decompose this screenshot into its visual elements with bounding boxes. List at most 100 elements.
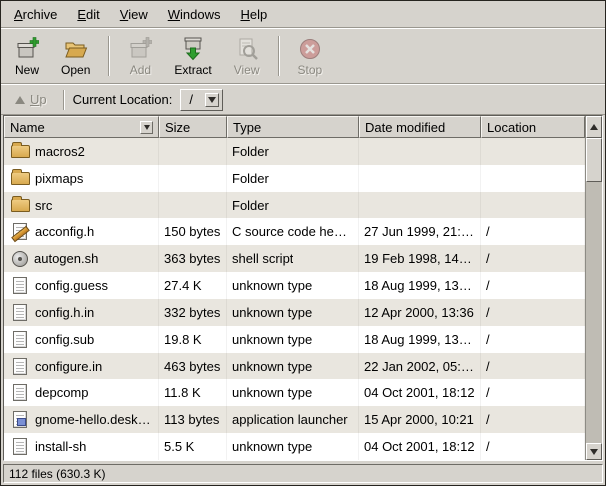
vertical-scrollbar[interactable] bbox=[585, 116, 602, 460]
column-header-type[interactable]: Type bbox=[227, 116, 359, 138]
open-button[interactable]: Open bbox=[53, 32, 98, 80]
table-row[interactable]: acconfig.h 150 bytes C source code heade… bbox=[4, 218, 585, 245]
table-row[interactable]: config.sub 19.8 K unknown type 18 Aug 19… bbox=[4, 326, 585, 353]
scroll-up-button[interactable] bbox=[586, 116, 602, 138]
file-name-cell: config.sub bbox=[4, 326, 159, 353]
file-list-rows: macros2 Folder pixmaps Folder src Folder… bbox=[4, 138, 585, 460]
table-row[interactable]: configure.in 463 bytes unknown type 22 J… bbox=[4, 353, 585, 380]
file-location-cell: / bbox=[481, 299, 585, 326]
file-type-cell: unknown type bbox=[227, 379, 359, 406]
stop-icon bbox=[298, 36, 322, 62]
file-location-cell: / bbox=[481, 433, 585, 460]
menu-view[interactable]: View bbox=[111, 4, 157, 25]
toolbar-separator bbox=[278, 36, 280, 76]
file-name: config.sub bbox=[35, 332, 94, 347]
table-row[interactable]: config.guess 27.4 K unknown type 18 Aug … bbox=[4, 272, 585, 299]
file-type: application launcher bbox=[232, 412, 348, 427]
column-header-name-label: Name bbox=[10, 120, 45, 135]
file-size: 27.4 K bbox=[164, 278, 202, 293]
file-date-cell: 18 Aug 1999, 13:53 bbox=[359, 326, 481, 353]
table-row[interactable]: src Folder bbox=[4, 192, 585, 219]
table-row[interactable]: gnome-hello.desktop 113 bytes applicatio… bbox=[4, 406, 585, 433]
extract-button[interactable]: Extract bbox=[166, 32, 219, 80]
location-combo-value: / bbox=[189, 92, 199, 107]
file-size-cell: 332 bytes bbox=[159, 299, 227, 326]
file-location-cell bbox=[481, 165, 585, 192]
file-date-cell bbox=[359, 138, 481, 165]
menu-edit[interactable]: Edit bbox=[68, 4, 108, 25]
column-header-date-modified[interactable]: Date modified bbox=[359, 116, 481, 138]
file-date-cell: 04 Oct 2001, 18:12 bbox=[359, 379, 481, 406]
file-size-cell: 11.8 K bbox=[159, 379, 227, 406]
launcher-file-icon bbox=[13, 411, 27, 428]
archive-manager-window: Archive Edit View Windows Help New bbox=[0, 0, 606, 486]
file-location-cell: / bbox=[481, 326, 585, 353]
file-type: C source code header bbox=[232, 224, 353, 239]
folder-icon bbox=[11, 199, 30, 212]
file-date-cell bbox=[359, 192, 481, 219]
file-date-cell: 19 Feb 1998, 14:31 bbox=[359, 245, 481, 272]
dropdown-arrow-icon bbox=[205, 93, 219, 107]
file-location: / bbox=[486, 278, 490, 293]
status-text: 112 files (630.3 K) bbox=[9, 467, 106, 481]
table-header: Name Size Type Date modified Location bbox=[4, 116, 585, 138]
file-size: 463 bytes bbox=[164, 359, 220, 374]
column-header-name[interactable]: Name bbox=[4, 116, 159, 138]
file-size: 363 bytes bbox=[164, 251, 220, 266]
file-name-cell: macros2 bbox=[4, 138, 159, 165]
file-name: configure.in bbox=[35, 359, 102, 374]
file-icon bbox=[13, 277, 27, 294]
table-row[interactable]: depcomp 11.8 K unknown type 04 Oct 2001,… bbox=[4, 379, 585, 406]
column-header-location[interactable]: Location bbox=[481, 116, 585, 138]
file-location: / bbox=[486, 385, 490, 400]
file-name-cell: depcomp bbox=[4, 379, 159, 406]
file-type: unknown type bbox=[232, 385, 312, 400]
toolbar-separator bbox=[108, 36, 110, 76]
scrollbar-thumb[interactable] bbox=[586, 138, 602, 182]
status-bar: 112 files (630.3 K) bbox=[1, 461, 605, 485]
view-file-icon bbox=[235, 36, 259, 62]
scroll-down-icon bbox=[590, 449, 598, 455]
extract-archive-icon bbox=[181, 36, 205, 62]
menu-help[interactable]: Help bbox=[231, 4, 276, 25]
file-name: pixmaps bbox=[35, 171, 83, 186]
current-location-label: Current Location: bbox=[73, 92, 173, 107]
column-header-size[interactable]: Size bbox=[159, 116, 227, 138]
file-type-cell: Folder bbox=[227, 138, 359, 165]
file-name: src bbox=[35, 198, 52, 213]
menu-archive[interactable]: Archive bbox=[5, 4, 66, 25]
new-button[interactable]: New bbox=[7, 32, 47, 80]
table-row[interactable]: config.h.in 332 bytes unknown type 12 Ap… bbox=[4, 299, 585, 326]
file-date-modified: 04 Oct 2001, 18:12 bbox=[364, 385, 475, 400]
sort-indicator-icon[interactable] bbox=[140, 121, 153, 134]
table-row[interactable]: autogen.sh 363 bytes shell script 19 Feb… bbox=[4, 245, 585, 272]
open-archive-icon bbox=[64, 36, 88, 62]
add-button: Add bbox=[120, 32, 160, 80]
up-arrow-icon bbox=[15, 96, 25, 104]
table-row[interactable]: install-sh 5.5 K unknown type 04 Oct 200… bbox=[4, 433, 585, 460]
file-size-cell bbox=[159, 138, 227, 165]
scroll-down-button[interactable] bbox=[586, 443, 602, 460]
file-icon bbox=[13, 384, 27, 401]
file-name: depcomp bbox=[35, 385, 88, 400]
column-header-size-label: Size bbox=[165, 120, 190, 135]
file-size-cell: 27.4 K bbox=[159, 272, 227, 299]
menu-windows[interactable]: Windows bbox=[159, 4, 230, 25]
folder-icon bbox=[11, 172, 30, 185]
location-combo[interactable]: / bbox=[180, 89, 223, 111]
table-row[interactable]: macros2 Folder bbox=[4, 138, 585, 165]
file-name-cell: configure.in bbox=[4, 353, 159, 380]
file-name: autogen.sh bbox=[34, 251, 98, 266]
file-type-cell: unknown type bbox=[227, 272, 359, 299]
file-date-cell: 12 Apr 2000, 13:36 bbox=[359, 299, 481, 326]
table-row[interactable]: pixmaps Folder bbox=[4, 165, 585, 192]
file-date-modified: 22 Jan 2002, 05:35 bbox=[364, 359, 475, 374]
extract-button-label: Extract bbox=[174, 63, 211, 77]
file-date-cell: 15 Apr 2000, 10:21 bbox=[359, 406, 481, 433]
file-type: unknown type bbox=[232, 278, 312, 293]
script-file-icon bbox=[12, 251, 28, 267]
file-location-cell: / bbox=[481, 353, 585, 380]
scrollbar-trough[interactable] bbox=[586, 138, 602, 443]
file-date-cell: 18 Aug 1999, 13:53 bbox=[359, 272, 481, 299]
file-name-cell: autogen.sh bbox=[4, 245, 159, 272]
